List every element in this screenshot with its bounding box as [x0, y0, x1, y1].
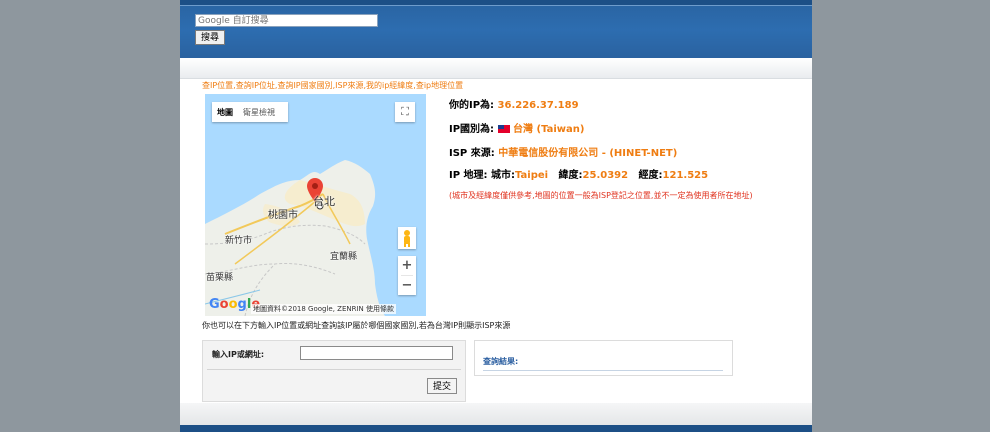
country-value: 台灣 (Taiwan) — [513, 124, 585, 135]
site-header: 搜尋 — [180, 0, 812, 58]
taiwan-flag-icon — [497, 125, 510, 133]
ip-lookup-input[interactable] — [300, 346, 453, 360]
ip-value: 36.226.37.189 — [497, 100, 579, 111]
ip-row: 你的IP為: 36.226.37.189 — [449, 96, 579, 111]
city-label: 城市: — [491, 170, 516, 181]
map-attribution[interactable]: 地圖資料©2018 Google, ZENRIN 使用條款 — [251, 304, 397, 314]
map-type-toggle: 地圖 衛星檢視 — [212, 102, 288, 122]
disclaimer-note: (城市及經緯度僅供參考,地圖的位置一般為ISP登記之位置,並不一定為使用者所在地… — [449, 191, 753, 200]
zoom-out-button[interactable]: − — [398, 276, 416, 295]
lat-value: 25.0392 — [582, 170, 629, 181]
zoom-in-button[interactable]: + — [398, 256, 416, 275]
lookup-divider — [207, 369, 461, 370]
map-label-miaoli: 苗栗縣 — [206, 273, 234, 283]
map-type-map[interactable]: 地圖 — [212, 107, 238, 118]
isp-row: ISP 來源: 中華電信股份有限公司 - (HINET-NET) — [449, 144, 677, 159]
submit-button[interactable]: 提交 — [427, 378, 457, 394]
search-button[interactable]: 搜尋 — [195, 30, 225, 45]
map-label-yilan: 宜蘭縣 — [330, 252, 358, 262]
map-label-taipei: 台北 — [313, 195, 335, 208]
lat-label: 緯度: — [558, 170, 583, 181]
site-footer — [180, 425, 812, 432]
page-subtitle: 查IP位置,查詢IP位址,查詢IP國家國別,ISP來源,我的ip經緯度,查ip地… — [202, 81, 464, 90]
geo-row: IP 地理: 城市:Taipei 緯度:25.0392 經度:121.525 — [449, 166, 708, 181]
result-panel: 查詢結果: — [474, 340, 733, 376]
lng-value: 121.525 — [662, 170, 709, 181]
lookup-label: 輸入IP或網址: — [212, 350, 265, 359]
nav-strip — [180, 58, 812, 79]
pegman-icon[interactable] — [398, 227, 416, 249]
geo-label: IP 地理: — [449, 170, 488, 181]
map-view[interactable]: 地圖 衛星檢視 ⛶ + − 台北 桃園市 新竹市 宜蘭縣 苗栗縣 Googl 地… — [205, 94, 426, 316]
result-divider — [483, 370, 723, 371]
map-label-taoyuan: 桃園市 — [268, 210, 298, 221]
result-label: 查詢結果: — [483, 357, 519, 366]
page-container: 搜尋 查IP位置,查詢IP位址,查詢IP國家國別,ISP來源,我的ip經緯度,查… — [180, 0, 812, 432]
isp-label: ISP 來源: — [449, 148, 495, 159]
zoom-control: + − — [398, 256, 416, 295]
lookup-description: 你也可以在下方輸入IP位置或網址查詢該IP屬於哪個國家國別,若為台灣IP則顯示I… — [202, 321, 511, 330]
map-label-hsinchu: 新竹市 — [225, 236, 253, 246]
city-value: Taipei — [515, 170, 549, 181]
fullscreen-icon[interactable]: ⛶ — [395, 102, 415, 122]
lng-label: 經度: — [638, 170, 663, 181]
country-label: IP國別為: — [449, 124, 495, 135]
bottom-strip — [180, 403, 812, 425]
header-divider — [180, 5, 812, 6]
isp-value: 中華電信股份有限公司 - (HINET-NET) — [498, 148, 678, 159]
ip-label: 你的IP為: — [449, 100, 495, 111]
map-type-satellite[interactable]: 衛星檢視 — [238, 107, 280, 118]
search-input[interactable] — [195, 14, 378, 27]
country-row: IP國別為: 台灣 (Taiwan) — [449, 120, 584, 135]
lookup-form: 輸入IP或網址: 提交 — [202, 340, 466, 402]
